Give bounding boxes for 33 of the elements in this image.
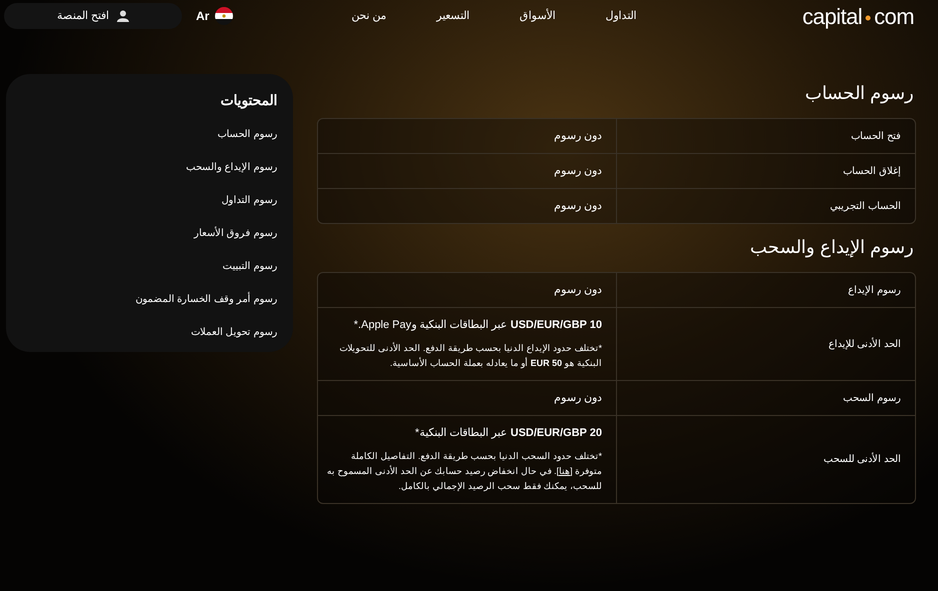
section-heading: رسوم الإيداع والسحب (748, 236, 915, 260)
fee-value-cell-text: دون رسوم (552, 283, 603, 298)
contents-link[interactable]: رسوم أمر وقف الخسارة المضمون (135, 294, 278, 305)
nav-link[interactable]: من نحن (351, 8, 386, 24)
fee-label-cell: فتح الحساب (616, 119, 915, 153)
fee-label-cell: الحد الأدنى للإيداع (616, 308, 915, 380)
language-label[interactable]: Ar (196, 7, 210, 25)
nav-link[interactable]: التسعير (436, 8, 470, 24)
flag-icon (215, 7, 234, 25)
fee-label-cell: إغلاق الحساب (616, 154, 915, 188)
contents-link[interactable]: رسوم الحساب (218, 129, 278, 140)
fee-label-cell: الحد الأدنى للسحب (616, 416, 915, 503)
logo[interactable]: capital com (802, 0, 914, 32)
contents-link[interactable]: رسوم الإيداع والسحب (186, 162, 278, 173)
fee-value-cell-text: دون رسوم (552, 391, 603, 406)
contents-link[interactable]: رسوم التداول (222, 195, 278, 206)
dot-icon (865, 15, 872, 21)
details-link[interactable]: هنا (558, 466, 570, 476)
user-icon (117, 10, 130, 22)
fee-label-cell: رسوم الإيداع (616, 273, 915, 307)
nav-link[interactable]: التداول (605, 8, 636, 24)
section-heading: رسوم الحساب (804, 82, 915, 106)
fee-label-cell: الحساب التجريبي (616, 189, 915, 223)
nav-link[interactable]: الأسواق (519, 8, 556, 24)
open-platform-button[interactable]: افتح المنصة (4, 3, 182, 29)
fee-value-cell-text: دون رسوم (552, 199, 603, 214)
contents-link[interactable]: رسوم تحويل العملات (190, 327, 278, 338)
contents-link[interactable]: رسوم التبييت (222, 261, 278, 272)
contents-title: المحتويات (219, 91, 278, 111)
fee-value-cell-text: دون رسوم (552, 164, 603, 179)
fee-value-cell-text: دون رسوم (552, 129, 603, 144)
fee-label-cell: رسوم السحب (616, 381, 915, 415)
contents-link[interactable]: رسوم فروق الأسعار (194, 228, 278, 239)
